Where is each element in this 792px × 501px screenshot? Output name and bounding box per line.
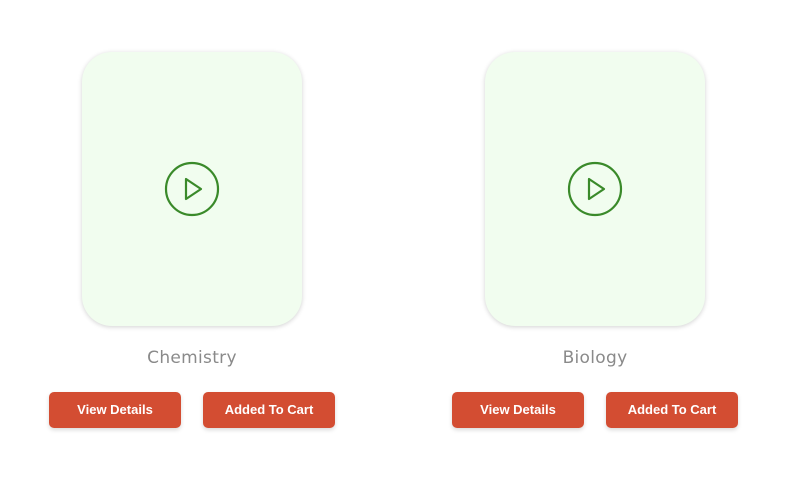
added-to-cart-button[interactable]: Added To Cart <box>203 392 335 428</box>
course-thumbnail[interactable] <box>485 52 705 326</box>
course-card-biology: Biology View Details Added To Cart <box>445 0 745 501</box>
added-to-cart-button[interactable]: Added To Cart <box>606 392 738 428</box>
course-card-chemistry: Chemistry View Details Added To Cart <box>42 0 342 501</box>
view-details-button[interactable]: View Details <box>49 392 181 428</box>
course-thumbnail[interactable] <box>82 52 302 326</box>
course-title: Chemistry <box>147 348 237 368</box>
play-circle-icon[interactable] <box>567 161 623 217</box>
play-circle-icon[interactable] <box>164 161 220 217</box>
course-title: Biology <box>562 348 628 368</box>
view-details-button[interactable]: View Details <box>452 392 584 428</box>
